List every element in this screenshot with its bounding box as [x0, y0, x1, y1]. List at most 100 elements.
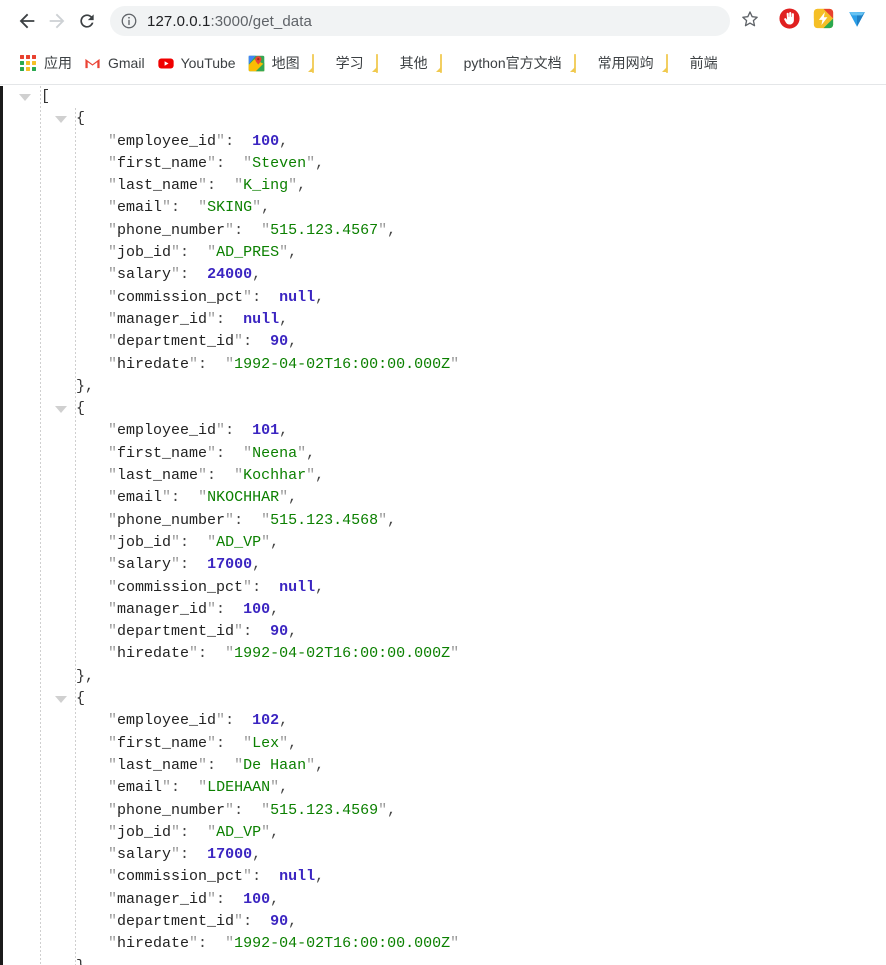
json-line-field-salary: "salary": 17000,	[108, 556, 262, 574]
json-key: job_id	[117, 823, 172, 841]
json-value-number: 90	[270, 912, 289, 930]
json-key: commission_pct	[117, 288, 244, 306]
bookmark-label: python官方文档	[463, 55, 562, 71]
bookmark-label: 地图	[271, 55, 300, 71]
collapse-triangle-icon[interactable]	[19, 94, 31, 101]
bookmark-label: 常用网竘	[597, 55, 654, 71]
json-key: last_name	[117, 467, 199, 485]
reload-icon	[77, 11, 97, 31]
json-key: manager_id	[117, 600, 208, 618]
forward-button[interactable]	[42, 6, 72, 36]
json-value-number: 17000	[207, 846, 253, 864]
json-line-field-email: "email": "SKING",	[108, 199, 271, 217]
site-info-icon[interactable]	[120, 12, 138, 30]
folder-icon	[439, 53, 457, 73]
json-line-field-department_id: "department_id": 90,	[108, 623, 298, 641]
json-line-field-email: "email": "LDEHAAN",	[108, 779, 289, 797]
json-line-field-salary: "salary": 17000,	[108, 846, 262, 864]
json-value-number: 102	[252, 712, 280, 730]
json-value-null: null	[243, 310, 280, 328]
json-value-number: 100	[243, 600, 271, 618]
json-key: employee_id	[117, 712, 217, 730]
json-line-field-phone_number: "phone_number": "515.123.4567",	[108, 221, 397, 239]
json-key: department_id	[117, 333, 235, 351]
youtube-icon	[157, 55, 174, 72]
json-key: job_id	[117, 533, 172, 551]
bookmark-item-apps[interactable]: 应用	[14, 49, 78, 77]
json-key: commission_pct	[117, 578, 244, 596]
bookmark-item-gmail[interactable]: Gmail	[78, 49, 151, 77]
adblock-extension-button[interactable]	[775, 7, 803, 35]
json-line-field-job_id: "job_id": "AD_VP",	[108, 533, 280, 551]
json-key: email	[117, 779, 163, 797]
colorful-square-extension-button[interactable]	[809, 7, 837, 35]
json-line-field-manager_id: "manager_id": 100,	[108, 600, 280, 618]
json-value-string: 515.123.4567	[270, 221, 379, 239]
json-key: email	[117, 489, 163, 507]
json-key: phone_number	[117, 221, 226, 239]
json-key: hiredate	[117, 355, 190, 373]
back-button[interactable]	[12, 6, 42, 36]
json-line-field-hiredate: "hiredate": "1992-04-02T16:00:00.000Z"	[108, 935, 460, 953]
folder-icon	[665, 53, 683, 73]
json-key: salary	[117, 556, 172, 574]
json-key: manager_id	[117, 890, 208, 908]
json-value-string: SKING	[207, 199, 253, 217]
json-key: job_id	[117, 244, 172, 262]
colorful-square-extension-icon	[813, 8, 834, 34]
bookmark-star-button[interactable]	[736, 7, 764, 35]
json-line-object-close: },	[3, 376, 886, 398]
json-value-string: 1992-04-02T16:00:00.000Z	[234, 355, 451, 373]
json-key: department_id	[117, 912, 235, 930]
json-value-number: 101	[252, 422, 280, 440]
json-array-open: [	[41, 88, 51, 105]
json-viewer[interactable]: [{"employee_id": 100, "first_name": "Stev…	[3, 86, 886, 965]
json-value-null: null	[279, 868, 316, 886]
bookmark-folder-frontend[interactable]: 前端	[660, 49, 724, 77]
address-bar[interactable]: 127.0.0.1:3000/get_data	[110, 6, 730, 36]
json-key: department_id	[117, 623, 235, 641]
bookmark-label: 学习	[335, 55, 364, 71]
json-key: phone_number	[117, 511, 226, 529]
json-value-string: K_ing	[243, 177, 289, 195]
bookmarks-bar: 应用 Gmail YouTube 地图 学习 其他 python官方文档 常用网…	[0, 42, 886, 85]
url-host: 127.0.0.1	[147, 12, 211, 30]
json-value-null: null	[279, 288, 316, 306]
collapse-triangle-icon[interactable]	[55, 696, 67, 704]
back-arrow-icon	[16, 10, 38, 32]
json-line-field-salary: "salary": 24000,	[108, 266, 262, 284]
json-line-field-last_name: "last_name": "Kochhar",	[108, 467, 325, 485]
folder-icon	[311, 53, 329, 73]
bookmark-item-maps[interactable]: 地图	[242, 49, 306, 77]
json-line-field-department_id: "department_id": 90,	[108, 333, 298, 351]
collapse-triangle-icon[interactable]	[55, 116, 67, 124]
json-line-field-commission_pct: "commission_pct": null,	[108, 578, 325, 596]
bookmark-folder-qita[interactable]: 其他	[370, 49, 434, 77]
json-key: first_name	[117, 734, 208, 752]
collapse-triangle-icon[interactable]	[55, 406, 67, 414]
browser-window: 127.0.0.1:3000/get_data 应用 Gmail YouTube…	[0, 0, 886, 965]
blue-diamond-extension-button[interactable]	[843, 7, 871, 35]
bookmark-folder-common-sites[interactable]: 常用网竘	[568, 49, 660, 77]
json-value-number: 24000	[207, 266, 253, 284]
json-value-string: 515.123.4569	[270, 801, 379, 819]
json-line-field-last_name: "last_name": "K_ing",	[108, 177, 307, 195]
folder-icon	[573, 53, 591, 73]
json-value-string: LDEHAAN	[207, 779, 271, 797]
json-line-field-commission_pct: "commission_pct": null,	[108, 868, 325, 886]
json-value-string: AD_VP	[216, 533, 262, 551]
json-value-number: 100	[252, 132, 280, 150]
reload-button[interactable]	[72, 6, 102, 36]
json-value-string: NKOCHHAR	[207, 489, 280, 507]
json-line-object-open: {	[3, 688, 886, 710]
bookmark-folder-xuexi[interactable]: 学习	[306, 49, 370, 77]
blue-diamond-extension-icon	[846, 8, 868, 35]
json-object-open: {	[76, 690, 86, 708]
json-key: manager_id	[117, 310, 208, 328]
bookmark-item-youtube[interactable]: YouTube	[151, 49, 242, 77]
json-line-object-open: {	[3, 398, 886, 420]
bookmark-folder-python-docs[interactable]: python官方文档	[434, 49, 568, 77]
json-key: salary	[117, 846, 172, 864]
browser-toolbar: 127.0.0.1:3000/get_data	[0, 0, 886, 42]
url-text: 127.0.0.1:3000/get_data	[147, 13, 312, 30]
